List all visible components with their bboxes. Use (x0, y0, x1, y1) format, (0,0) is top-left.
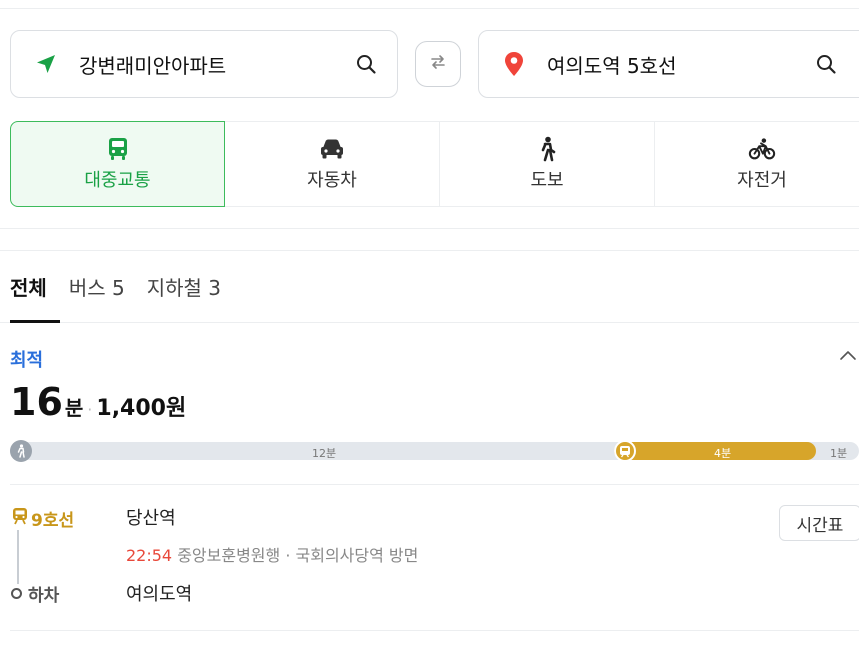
active-tab-underline (10, 320, 60, 323)
filter-tab-bus[interactable]: 버스 5 (69, 272, 125, 301)
mode-tab-car[interactable]: 자동차 (225, 121, 440, 207)
transport-mode-tabs: 대중교통 자동차 도보 자전거 (10, 121, 859, 207)
bicycle-icon (748, 136, 776, 162)
mode-tab-label: 자동차 (307, 170, 357, 191)
mode-tab-label: 자전거 (737, 170, 787, 191)
divider (10, 630, 859, 631)
destination-search-icon[interactable] (813, 51, 839, 77)
destination-input[interactable]: 여의도역 5호선 (547, 50, 813, 79)
alight-label: 하차 (11, 581, 59, 606)
location-pin-icon (501, 51, 527, 77)
mode-tab-label: 대중교통 (84, 170, 151, 191)
destination-search-box[interactable]: 여의도역 5호선 (478, 30, 859, 98)
mode-tab-walk[interactable]: 도보 (440, 121, 655, 207)
origin-search-box[interactable]: 강변래미안아파트 (10, 30, 398, 98)
origin-search-icon[interactable] (353, 51, 379, 77)
divider (0, 250, 859, 251)
final-walk-duration-label: 1분 (830, 447, 848, 460)
board-station[interactable]: 당산역 (126, 504, 176, 530)
timetable-button[interactable]: 시간표 (779, 505, 859, 541)
route-filter-tabs: 전체 버스 5 지하철 3 (10, 272, 221, 301)
car-icon (318, 136, 346, 162)
filter-tab-subway[interactable]: 지하철 3 (147, 272, 221, 301)
origin-input[interactable]: 강변래미안아파트 (79, 50, 353, 79)
swap-route-button[interactable] (415, 41, 461, 87)
walk-icon (533, 136, 561, 162)
swap-icon (428, 52, 448, 76)
divider (10, 484, 859, 485)
alight-station[interactable]: 여의도역 (126, 580, 192, 606)
walk-segment-icon (10, 440, 32, 462)
subway-icon (11, 507, 29, 530)
line-name: 9호선 (31, 511, 75, 531)
departure-info: 22:54 중앙보훈병원행 · 국회의사당역 방면 (126, 542, 418, 566)
train-direction: 중앙보훈병원행 · 국회의사당역 방면 (177, 546, 419, 565)
filter-tab-all[interactable]: 전체 (10, 272, 47, 301)
fare: 1,400원 (96, 396, 187, 421)
subway-segment-icon (614, 440, 636, 462)
divider (0, 228, 859, 229)
mode-tab-bicycle[interactable]: 자전거 (655, 121, 859, 207)
board-line-label: 9호선 (11, 506, 74, 531)
route-summary[interactable]: 16 분 · 1,400원 (10, 380, 186, 424)
chevron-up-icon[interactable] (838, 346, 858, 366)
duration-unit: 분 (64, 396, 84, 420)
navigation-arrow-icon (33, 51, 59, 77)
subway-duration-label: 4분 (714, 447, 732, 460)
summary-separator: · (87, 400, 93, 419)
departure-time: 22:54 (126, 546, 173, 565)
duration-minutes: 16 (10, 380, 63, 424)
best-route-badge: 최적 (10, 350, 44, 371)
divider (0, 322, 859, 323)
walk-duration-label: 12분 (312, 447, 337, 460)
alight-text: 하차 (28, 586, 60, 606)
mode-tab-transit[interactable]: 대중교통 (10, 121, 225, 207)
bus-icon (104, 136, 132, 162)
mode-tab-label: 도보 (530, 170, 564, 191)
top-divider (0, 8, 859, 9)
route-connector-line (17, 530, 19, 584)
alight-point-icon (11, 588, 22, 599)
